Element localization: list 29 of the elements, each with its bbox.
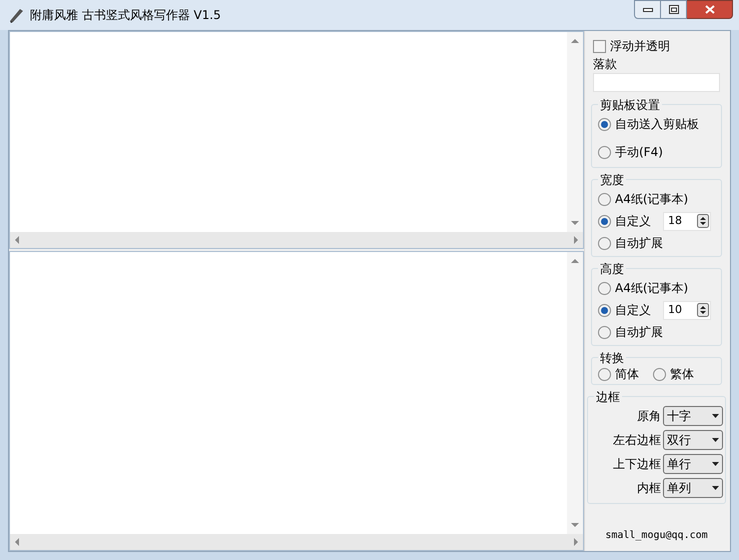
- dropdown[interactable]: 双行: [663, 430, 723, 450]
- radio-label: 自动送入剪贴板: [615, 116, 699, 133]
- radio-label: A4纸(记事本): [615, 280, 688, 297]
- group-title: 宽度: [598, 172, 626, 188]
- border-label: 原角: [637, 408, 661, 425]
- spin-field[interactable]: 10: [663, 300, 711, 320]
- radio-label: A4纸(记事本): [615, 191, 688, 208]
- dropdown[interactable]: 十字: [663, 406, 723, 426]
- dropdown[interactable]: 单行: [663, 454, 723, 474]
- radio-label: 自定义: [615, 302, 652, 319]
- spin-field[interactable]: 18: [663, 212, 711, 230]
- radio-label: 繁体: [670, 366, 694, 383]
- dropdown[interactable]: 单列: [663, 478, 723, 498]
- radio-label: 手动(F4): [615, 144, 663, 161]
- radio-label: 自定义: [615, 213, 652, 230]
- checkbox-label: 浮动并透明: [610, 38, 670, 55]
- border-label: 左右边框: [613, 432, 661, 449]
- window-title: 附庸风雅 古书竖式风格写作器 V1.5: [30, 7, 221, 24]
- group-title: 边框: [594, 389, 622, 405]
- signature-label: 落款: [592, 56, 618, 73]
- radio-label: 自动扩展: [615, 235, 663, 252]
- group-title: 转换: [598, 350, 626, 366]
- radio-label: 自动扩展: [615, 324, 663, 341]
- radio-label: 简体: [615, 366, 639, 383]
- group-title: 剪贴板设置: [598, 97, 662, 113]
- border-label: 上下边框: [613, 456, 661, 473]
- group-title: 高度: [598, 261, 626, 277]
- email-text: small_mogu@qq.com: [604, 529, 709, 543]
- border-label: 内框: [637, 480, 661, 497]
